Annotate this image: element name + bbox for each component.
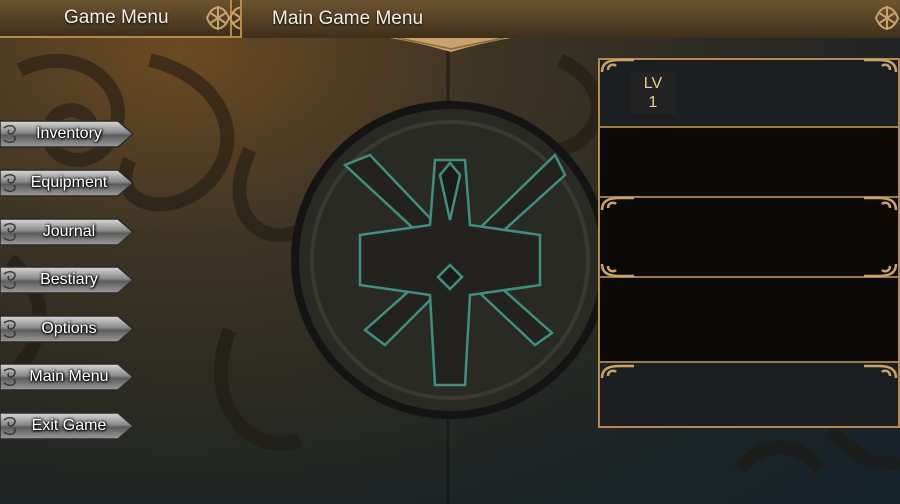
- corner-ornament-icon: [600, 263, 634, 278]
- menu-button-exit-game[interactable]: Exit Game: [0, 411, 134, 441]
- corner-ornament-icon: [600, 364, 634, 379]
- menu-button-main-menu[interactable]: Main Menu: [0, 362, 134, 392]
- menu-button-label: Journal: [42, 223, 96, 240]
- corner-ornament-icon: [600, 58, 634, 73]
- menu-button-label: Equipment: [30, 174, 108, 191]
- party-slot-5[interactable]: [600, 363, 898, 426]
- corner-ornament-icon: [600, 196, 634, 211]
- main-title-bar: Main Game Menu: [240, 0, 900, 38]
- tab-game-menu-label: Game Menu: [64, 7, 169, 28]
- page-title: Main Game Menu: [272, 8, 424, 29]
- central-crest-medallion: [291, 101, 609, 419]
- menu-button-journal[interactable]: Journal: [0, 217, 134, 247]
- menu-button-options[interactable]: Options: [0, 314, 134, 344]
- menu-button-label: Options: [41, 320, 97, 337]
- party-status-panel: LV 1: [598, 58, 900, 428]
- menu-button-bestiary[interactable]: Bestiary: [0, 265, 134, 295]
- tab-game-menu[interactable]: Game Menu: [0, 0, 232, 38]
- header-crest-ornament: [378, 36, 524, 52]
- corner-ornament-icon: [864, 196, 898, 211]
- menu-button-inventory[interactable]: Inventory: [0, 119, 134, 149]
- menu-button-label: Main Menu: [29, 368, 109, 385]
- party-slot-1[interactable]: LV 1: [600, 60, 898, 128]
- party-slot-4[interactable]: [600, 278, 898, 363]
- menu-button-equipment[interactable]: Equipment: [0, 168, 134, 198]
- corner-ornament-icon: [864, 364, 898, 379]
- celtic-knot-icon: [874, 6, 900, 30]
- corner-ornament-icon: [864, 58, 898, 73]
- level-value: 1: [648, 94, 658, 111]
- corner-ornament-icon: [864, 263, 898, 278]
- level-badge: LV 1: [630, 72, 676, 114]
- header-bar: Game Menu Main Game Menu: [0, 0, 900, 38]
- level-label: LV: [643, 75, 663, 92]
- party-slot-3[interactable]: [600, 198, 898, 278]
- menu-button-label: Inventory: [36, 125, 102, 142]
- party-slot-2[interactable]: [600, 128, 898, 198]
- menu-button-label: Exit Game: [31, 417, 107, 434]
- menu-button-label: Bestiary: [40, 271, 98, 288]
